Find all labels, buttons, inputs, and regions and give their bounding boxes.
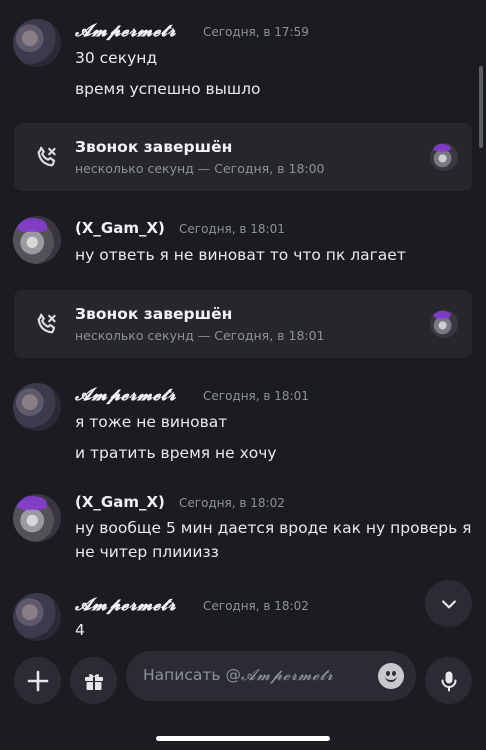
microphone-icon — [441, 671, 456, 691]
chevron-down-icon — [441, 599, 456, 608]
message-timestamp: Сегодня, в 18:02 — [203, 599, 309, 613]
message-timestamp: Сегодня, в 18:01 — [203, 389, 309, 403]
message-timestamp: Сегодня, в 18:01 — [179, 222, 285, 236]
voice-message-button[interactable] — [425, 657, 472, 704]
phone-icon — [37, 146, 56, 167]
participant-avatar — [430, 143, 458, 171]
gift-button[interactable] — [70, 657, 117, 704]
chat-view[interactable]: 𝓐𝓶𝓹𝓮𝓻𝓶𝓮𝓽𝓻 Сегодня, в 17:59 30 секунд вре… — [0, 0, 486, 648]
message-timestamp: Сегодня, в 17:59 — [203, 25, 309, 39]
avatar[interactable] — [13, 494, 61, 542]
scrollbar[interactable] — [479, 66, 483, 148]
author-name[interactable]: (X_Gam_X) — [75, 219, 165, 237]
composer-bar: Написать @𝓐𝓶𝓹𝓮𝓻𝓶𝓮𝓽𝓻 — [0, 648, 486, 750]
message-text: я тоже не виноват — [75, 413, 228, 431]
avatar[interactable] — [13, 19, 61, 67]
emoji-icon[interactable] — [378, 663, 404, 689]
author-name[interactable]: 𝓐𝓶𝓹𝓮𝓻𝓶𝓮𝓽𝓻 — [75, 595, 176, 615]
message-text: не читер плииизз — [75, 543, 219, 561]
message-text: 30 секунд — [75, 49, 158, 67]
message-placeholder: Написать @𝓐𝓶𝓹𝓮𝓻𝓶𝓮𝓽𝓻 — [143, 666, 334, 685]
phone-icon — [37, 313, 56, 334]
message-timestamp: Сегодня, в 18:02 — [179, 496, 285, 510]
placeholder-prefix: Написать @ — [143, 666, 241, 684]
placeholder-recipient: 𝓐𝓶𝓹𝓮𝓻𝓶𝓮𝓽𝓻 — [240, 666, 334, 684]
add-attachment-button[interactable] — [14, 657, 61, 704]
message-text: время успешно вышло — [75, 80, 261, 98]
participant-avatar — [430, 310, 458, 338]
avatar[interactable] — [13, 383, 61, 431]
author-name[interactable]: 𝓐𝓶𝓹𝓮𝓻𝓶𝓮𝓽𝓻 — [75, 385, 176, 405]
message-text: и тратить время не хочу — [75, 444, 277, 462]
call-title: Звонок завершён — [75, 138, 233, 156]
home-indicator[interactable] — [156, 736, 330, 741]
message-input[interactable]: Написать @𝓐𝓶𝓹𝓮𝓻𝓶𝓮𝓽𝓻 — [126, 651, 416, 701]
message-text: ну ответь я не виноват то что пк лагает — [75, 246, 406, 264]
call-title: Звонок завершён — [75, 305, 233, 323]
scroll-to-bottom-button[interactable] — [425, 580, 472, 627]
plus-icon — [27, 670, 48, 691]
call-ended-card[interactable]: Звонок завершён несколько секунд — Сегод… — [14, 290, 472, 358]
call-ended-card[interactable]: Звонок завершён несколько секунд — Сегод… — [14, 123, 472, 191]
author-name[interactable]: (X_Gam_X) — [75, 493, 165, 511]
call-subtitle: несколько секунд — Сегодня, в 18:01 — [75, 328, 325, 343]
message-text: ну вообще 5 мин дается вроде как ну пров… — [75, 519, 472, 537]
gift-icon — [84, 673, 103, 690]
call-subtitle: несколько секунд — Сегодня, в 18:00 — [75, 161, 325, 176]
avatar[interactable] — [13, 216, 61, 264]
author-name[interactable]: 𝓐𝓶𝓹𝓮𝓻𝓶𝓮𝓽𝓻 — [75, 21, 176, 41]
message-text: 4 — [75, 621, 85, 639]
avatar[interactable] — [13, 593, 61, 641]
